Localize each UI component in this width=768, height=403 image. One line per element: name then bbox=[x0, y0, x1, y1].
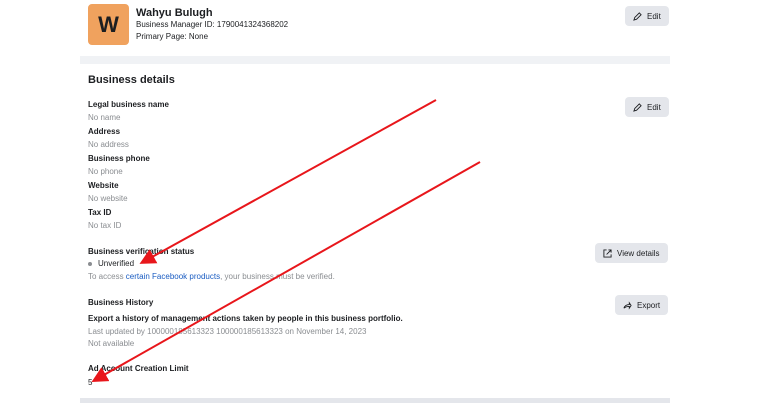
pencil-icon bbox=[633, 102, 642, 112]
business-details-title: Business details bbox=[88, 74, 175, 86]
legal-name-value: No name bbox=[88, 113, 121, 122]
phone-value: No phone bbox=[88, 167, 123, 176]
address-value: No address bbox=[88, 140, 129, 149]
view-details-button[interactable]: View details bbox=[595, 243, 668, 263]
legal-name-label: Legal business name bbox=[88, 100, 169, 109]
business-history-label: Business History bbox=[88, 298, 154, 307]
verification-note: To access certain Facebook products, you… bbox=[88, 272, 335, 281]
business-manager-id: Business Manager ID: 1790041324368202 bbox=[136, 20, 289, 29]
share-arrow-icon bbox=[623, 300, 632, 310]
phone-label: Business phone bbox=[88, 154, 150, 163]
profile-edit-label: Edit bbox=[647, 11, 661, 21]
business-avatar: W bbox=[88, 4, 129, 45]
tax-id-label: Tax ID bbox=[88, 208, 112, 217]
business-details-edit-label: Edit bbox=[647, 102, 661, 112]
verification-status-value: Unverified bbox=[98, 259, 135, 268]
business-history-availability: Not available bbox=[88, 339, 135, 348]
business-history-updated: Last updated by 100000185613323 10000018… bbox=[88, 327, 367, 336]
business-name: Wahyu Bulugh bbox=[136, 7, 213, 19]
business-profile-card: W Wahyu Bulugh Business Manager ID: 1790… bbox=[80, 0, 670, 56]
business-details-edit-button[interactable]: Edit bbox=[625, 97, 669, 117]
view-details-label: View details bbox=[617, 248, 660, 258]
status-dot-icon bbox=[88, 261, 92, 266]
address-label: Address bbox=[88, 127, 121, 136]
verification-status: Unverified bbox=[88, 259, 134, 268]
external-link-icon bbox=[603, 248, 612, 258]
verification-status-label: Business verification status bbox=[88, 247, 195, 256]
business-info-panel: W Wahyu Bulugh Business Manager ID: 1790… bbox=[80, 0, 670, 403]
tax-id-value: No tax ID bbox=[88, 221, 122, 230]
export-label: Export bbox=[637, 300, 661, 310]
business-history-description: Export a history of management actions t… bbox=[88, 314, 403, 323]
ad-account-limit-value: 5 bbox=[88, 378, 93, 387]
website-value: No website bbox=[88, 194, 128, 203]
section-divider bbox=[80, 56, 670, 64]
facebook-products-link[interactable]: certain Facebook products bbox=[126, 272, 220, 281]
verification-note-suffix: , your business must be verified. bbox=[220, 272, 335, 281]
export-button[interactable]: Export bbox=[615, 295, 669, 315]
verification-note-prefix: To access bbox=[88, 272, 126, 281]
bottom-divider bbox=[80, 398, 670, 403]
primary-page: Primary Page: None bbox=[136, 32, 209, 41]
profile-edit-button[interactable]: Edit bbox=[625, 6, 669, 26]
ad-account-limit-label: Ad Account Creation Limit bbox=[88, 364, 189, 373]
pencil-icon bbox=[633, 11, 642, 21]
website-label: Website bbox=[88, 181, 119, 190]
